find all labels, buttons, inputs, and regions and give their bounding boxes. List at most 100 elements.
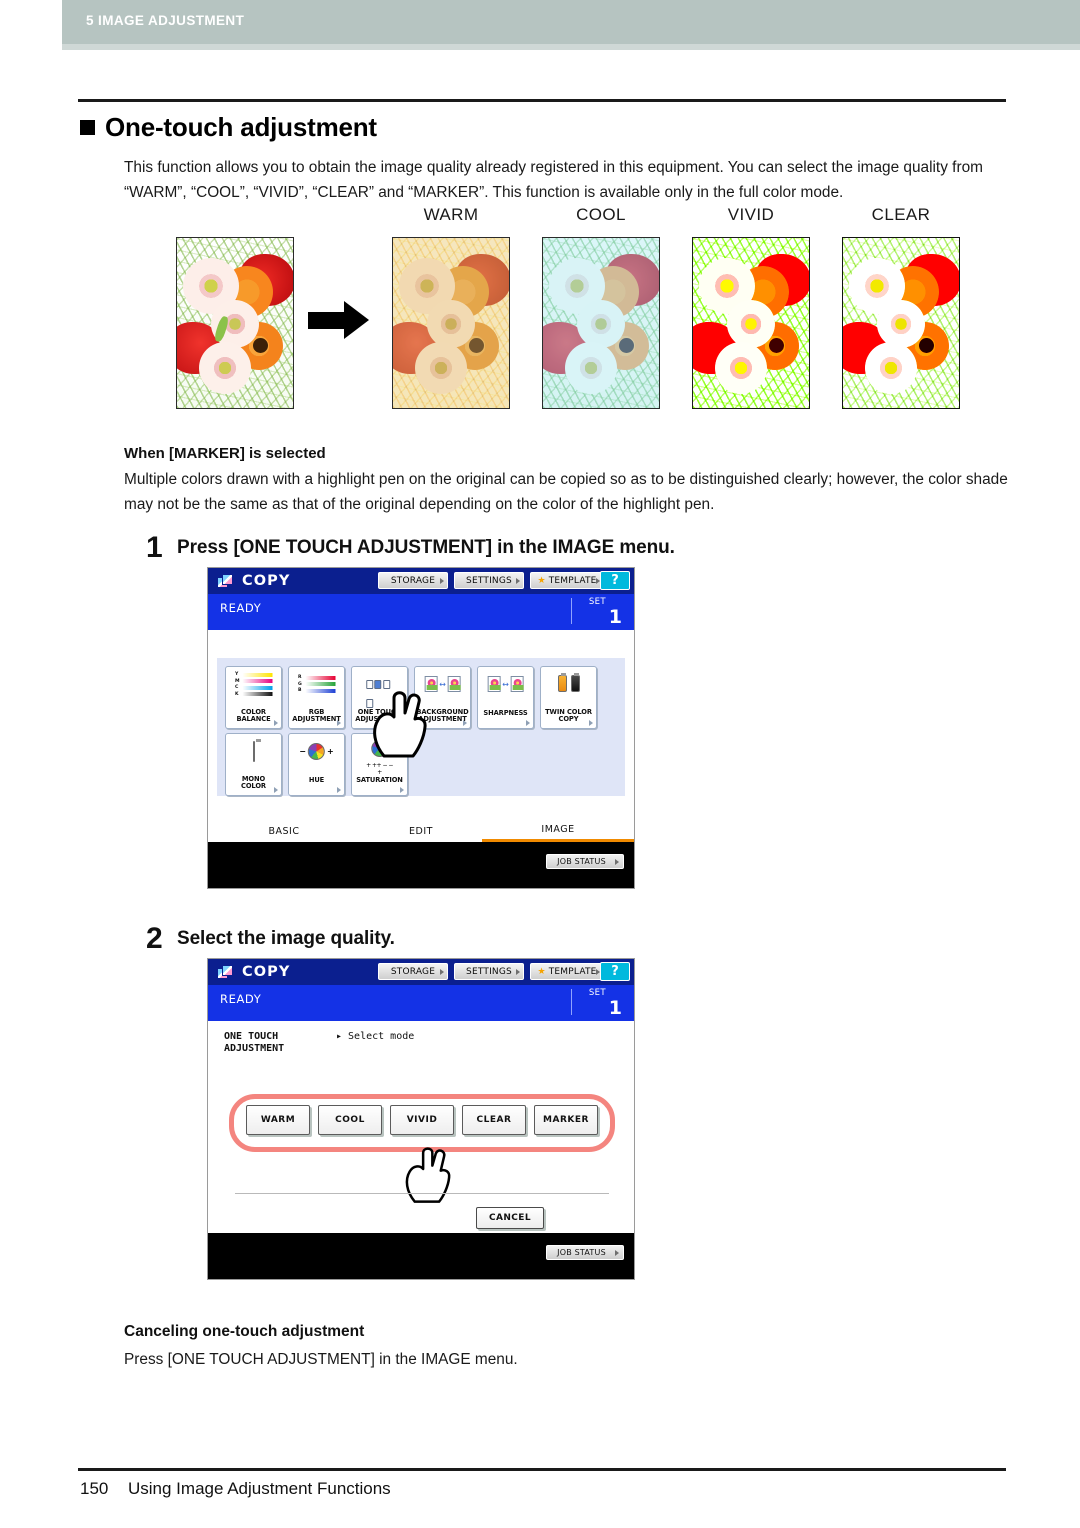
sample-label-warm: WARM [423, 205, 479, 224]
storage-button[interactable]: STORAGE [378, 572, 448, 589]
star-icon: ★ [537, 966, 546, 977]
panel1-work-area: Y M C K COLOR BALANCE R G B RGB ADJUSTMENT… [208, 630, 634, 842]
chevron-right-icon [516, 968, 520, 975]
template-button[interactable]: ★ TEMPLATE [530, 963, 604, 980]
chevron-right-icon [615, 1249, 619, 1256]
settings-button[interactable]: SETTINGS [454, 963, 524, 980]
panel2-titlebar: COPY STORAGE SETTINGS ★ TEMPLATE ? [208, 959, 634, 985]
help-button[interactable]: ? [600, 571, 630, 590]
sharpness-button[interactable]: ↔ SHARPNESS [477, 666, 534, 729]
sample-image-row: WARM COOL VIVID CLEAR [176, 205, 976, 415]
twin-color-copy-icon [557, 673, 580, 692]
quality-button-clear[interactable]: CLEAR [462, 1105, 526, 1135]
sample-photo-vivid [692, 237, 810, 409]
chapter-label: 5 IMAGE ADJUSTMENT [86, 13, 245, 28]
tab-edit[interactable]: EDIT [345, 820, 508, 842]
chevron-right-icon [274, 787, 278, 793]
sample-photo-clear [842, 237, 960, 409]
canceling-heading: Canceling one-touch adjustment [124, 1323, 365, 1340]
cancel-button[interactable]: CANCEL [476, 1207, 544, 1229]
sample-label-cool: COOL [576, 205, 626, 224]
star-icon: ★ [537, 575, 546, 586]
background-adjustment-button[interactable]: ↔ BACKGROUND ADJUSTMENT [414, 666, 471, 729]
rgb-adjustment-button[interactable]: R G B RGB ADJUSTMENT [288, 666, 345, 729]
set-label: SET [588, 988, 606, 998]
color-balance-button[interactable]: Y M C K COLOR BALANCE [225, 666, 282, 729]
job-status-button[interactable]: JOB STATUS [546, 854, 624, 869]
chevron-right-icon [400, 720, 404, 726]
set-divider [571, 989, 572, 1015]
chevron-right-icon [526, 720, 530, 726]
marker-note-heading: When [MARKER] is selected [124, 445, 326, 462]
step-2-text: Select the image quality. [177, 928, 395, 949]
page-number: 150 [80, 1479, 109, 1498]
chevron-right-icon [337, 720, 341, 726]
section-title-text: One-touch adjustment [105, 112, 377, 142]
chevron-right-icon [516, 577, 520, 584]
background-adjustment-icon: ↔ [424, 676, 461, 692]
select-mode-hint: ▸ Select mode [336, 1031, 415, 1042]
mono-color-button[interactable]: MONO COLOR [225, 733, 282, 796]
copier-screen-image-menu: COPY STORAGE SETTINGS ★ TEMPLATE ? READY … [207, 567, 635, 889]
sample-photo-original [176, 237, 294, 409]
saturation-icon: + ++ − − + [366, 740, 393, 776]
set-value: 1 [608, 606, 622, 628]
chevron-right-icon [400, 787, 404, 793]
panel2-status-bar: READY SET 1 [208, 985, 634, 1021]
quality-button-vivid[interactable]: VIVID [390, 1105, 454, 1135]
transform-arrow-icon [308, 301, 370, 341]
mono-color-icon [252, 741, 255, 762]
quality-button-cool[interactable]: COOL [318, 1105, 382, 1135]
twin-color-copy-button[interactable]: TWIN COLOR COPY [540, 666, 597, 729]
panel1-job-bar: JOB STATUS [208, 842, 634, 888]
panel1-tab-bar: BASIC EDIT IMAGE [208, 820, 634, 842]
chevron-right-icon [615, 858, 619, 865]
sharpness-icon: ↔ [487, 676, 524, 692]
chevron-right-icon [589, 720, 593, 726]
panel1-status-bar: READY SET 1 [208, 594, 634, 630]
copier-screen-one-touch: COPY STORAGE SETTINGS ★ TEMPLATE ? READY … [207, 958, 635, 1280]
running-head-underbar [62, 44, 1080, 50]
quality-button-warm[interactable]: WARM [246, 1105, 310, 1135]
hue-button[interactable]: − + HUE [288, 733, 345, 796]
panel2-job-bar: JOB STATUS [208, 1233, 634, 1279]
panel2-divider [235, 1193, 609, 1194]
sample-photo-warm [392, 237, 510, 409]
color-balance-icon: Y M C K [235, 672, 272, 698]
square-bullet-icon [80, 120, 95, 135]
page-title: One-touch adjustment [80, 112, 377, 143]
template-button[interactable]: ★ TEMPLATE [530, 572, 604, 589]
step-2-number: 2 [146, 922, 163, 955]
storage-button[interactable]: STORAGE [378, 963, 448, 980]
panel1-app-title: COPY [242, 573, 291, 589]
footer-title: Using Image Adjustment Functions [128, 1479, 391, 1498]
quality-button-marker[interactable]: MARKER [534, 1105, 598, 1135]
one-touch-adjustment-button[interactable]: ONE TOUCH ADJUSTMENT [351, 666, 408, 729]
panel1-ready-text: READY [220, 601, 262, 615]
tab-basic[interactable]: BASIC [208, 820, 371, 842]
set-label: SET [588, 597, 606, 607]
running-head-band: 5 IMAGE ADJUSTMENT [62, 0, 1080, 44]
copy-icon [217, 573, 234, 589]
canceling-body: Press [ONE TOUCH ADJUSTMENT] in the IMAG… [124, 1351, 518, 1368]
set-value: 1 [608, 997, 622, 1019]
job-status-button[interactable]: JOB STATUS [546, 1245, 624, 1260]
settings-button[interactable]: SETTINGS [454, 572, 524, 589]
marker-note-body: Multiple colors drawn with a highlight p… [124, 471, 1008, 513]
chevron-right-icon [274, 720, 278, 726]
chevron-right-icon [463, 720, 467, 726]
sample-photo-cool [542, 237, 660, 409]
section-intro: This function allows you to obtain the i… [124, 159, 983, 201]
copy-icon [217, 964, 234, 980]
panel2-work-area: ONE TOUCH ADJUSTMENT ▸ Select mode WARM C… [208, 1021, 634, 1233]
tab-image[interactable]: IMAGE [482, 820, 634, 842]
hand-cursor-icon [401, 1143, 457, 1205]
one-touch-icon [365, 674, 394, 712]
help-button[interactable]: ? [600, 962, 630, 981]
hue-icon: − + [299, 743, 334, 760]
chevron-right-icon [337, 787, 341, 793]
saturation-button[interactable]: + ++ − − + SATURATION [351, 733, 408, 796]
panel2-ready-text: READY [220, 992, 262, 1006]
sample-label-vivid: VIVID [727, 205, 775, 224]
rgb-adjustment-icon: R G B [298, 675, 335, 695]
